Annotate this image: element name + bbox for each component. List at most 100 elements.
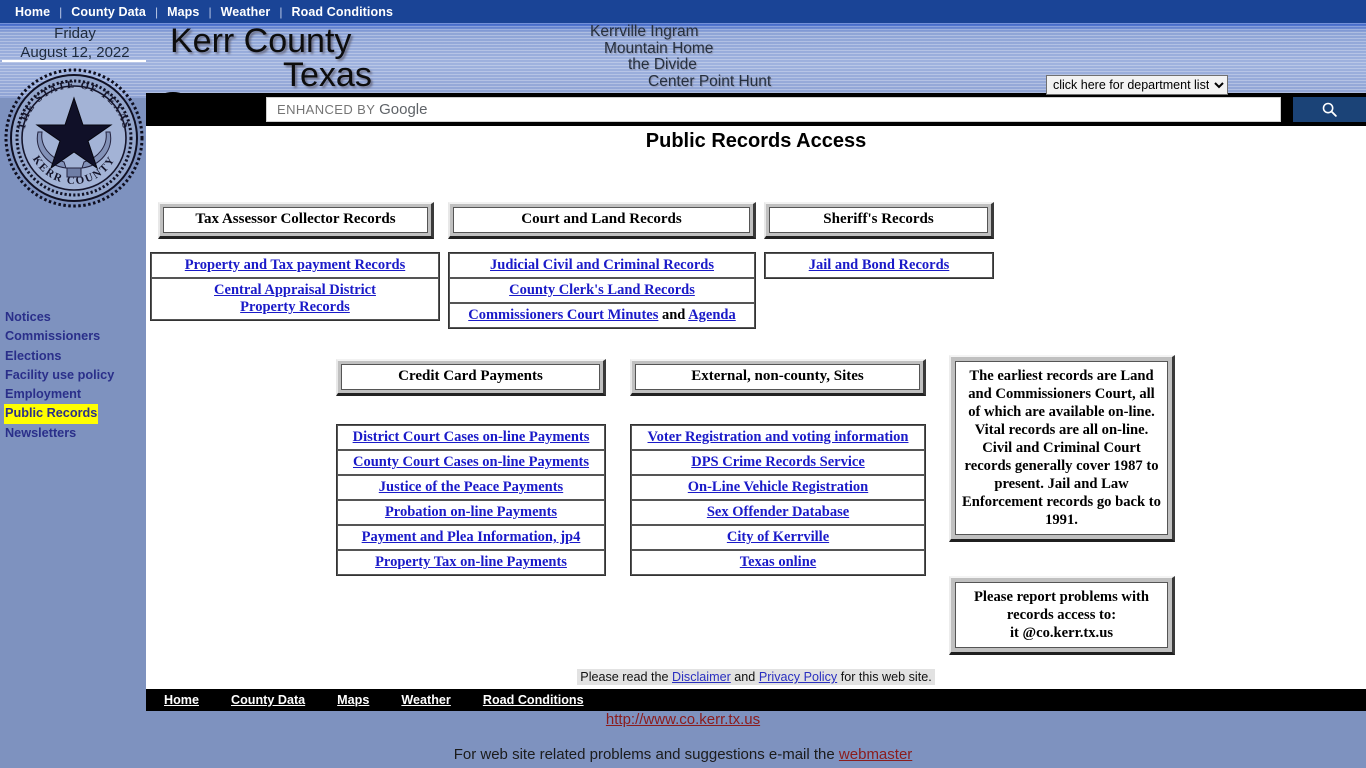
link-dps-crime-records-service[interactable]: DPS Crime Records Service bbox=[691, 454, 865, 470]
link-property-tax-payment-records[interactable]: Property and Tax payment Records bbox=[185, 257, 405, 273]
credit-card-payments-header-label: Credit Card Payments bbox=[341, 364, 600, 390]
report-line-1: Please report problems with bbox=[974, 589, 1149, 605]
city-list: Kerrville Ingram Mountain Home the Divid… bbox=[560, 23, 980, 90]
header-divider-rule bbox=[2, 60, 146, 62]
report-email-address: it @co.kerr.tx.us bbox=[1009, 625, 1114, 641]
report-problems-box: Please report problems with records acce… bbox=[949, 576, 1175, 655]
link-probation-payments[interactable]: Probation on-line Payments bbox=[385, 504, 557, 520]
kerr-county-seal: THE STATE OF TEXAS KERR COUNTY bbox=[4, 68, 144, 208]
sheriff-records-links: Jail and Bond Records bbox=[764, 252, 994, 279]
credit-card-payment-links: District Court Cases on-line Payments Co… bbox=[336, 424, 606, 576]
webmaster-text: For web site related problems and sugges… bbox=[453, 746, 835, 763]
search-placeholder: ENHANCED BY Google bbox=[277, 101, 428, 118]
page-title: Public Records Access bbox=[645, 130, 867, 152]
sidebar-item-employment[interactable]: Employment bbox=[4, 385, 146, 404]
court-records-links: Judicial Civil and Criminal Records Coun… bbox=[448, 252, 756, 329]
disclaimer-link[interactable]: Disclaimer bbox=[672, 670, 731, 684]
topnav-item-maps[interactable]: Maps bbox=[158, 5, 208, 19]
city-line-2: Mountain Home bbox=[604, 39, 714, 57]
court-records-header-label: Court and Land Records bbox=[453, 207, 750, 233]
external-sites-header-label: External, non-county, Sites bbox=[635, 364, 920, 390]
link-sex-offender-database[interactable]: Sex Offender Database bbox=[707, 504, 849, 520]
link-row[interactable]: Jail and Bond Records bbox=[765, 253, 993, 278]
disclaimer-conjunction: and bbox=[734, 670, 756, 684]
link-row[interactable]: City of Kerrville bbox=[631, 525, 925, 550]
topnav-item-county-data[interactable]: County Data bbox=[62, 5, 155, 19]
site-url-link[interactable]: http://www.co.kerr.tx.us bbox=[606, 711, 760, 728]
court-records-header-box: Court and Land Records bbox=[448, 202, 756, 239]
search-button[interactable] bbox=[1293, 97, 1366, 122]
link-row[interactable]: Justice of the Peace Payments bbox=[337, 475, 605, 500]
sidebar-item-elections[interactable]: Elections bbox=[4, 347, 146, 366]
link-agenda[interactable]: Agenda bbox=[688, 307, 736, 323]
site-title-line1: Kerr County bbox=[170, 22, 352, 60]
disclaimer-prefix: Please read the bbox=[580, 670, 669, 684]
records-info-text: The earliest records are Land and Commis… bbox=[955, 361, 1168, 535]
date-day: Friday bbox=[54, 25, 96, 42]
link-row[interactable]: Judicial Civil and Criminal Records bbox=[449, 253, 755, 278]
top-navigation-bar: Home | County Data | Maps | Weather | Ro… bbox=[0, 0, 1366, 23]
webmaster-line: For web site related problems and sugges… bbox=[0, 746, 1366, 763]
sidebar-item-public-records[interactable]: Public Records bbox=[4, 404, 99, 424]
link-row[interactable]: Payment and Plea Information, jp4 bbox=[337, 525, 605, 550]
link-row[interactable]: Texas online bbox=[631, 550, 925, 575]
city-line-3: the Divide bbox=[628, 56, 697, 73]
site-title: Kerr County Texas bbox=[168, 24, 548, 92]
report-problems-text: Please report problems with records acce… bbox=[955, 582, 1168, 648]
tax-records-header-label: Tax Assessor Collector Records bbox=[163, 207, 428, 233]
sidebar-item-commissioners[interactable]: Commissioners bbox=[4, 327, 146, 346]
link-online-vehicle-registration[interactable]: On-Line Vehicle Registration bbox=[688, 479, 868, 495]
link-row[interactable]: County Court Cases on-line Payments bbox=[337, 450, 605, 475]
city-line-4: Center Point Hunt bbox=[648, 72, 772, 90]
tax-records-header-box: Tax Assessor Collector Records bbox=[158, 202, 434, 239]
link-row[interactable]: Voter Registration and voting informatio… bbox=[631, 425, 925, 450]
topnav-item-home[interactable]: Home bbox=[6, 5, 59, 19]
link-payment-and-plea-information-jp4[interactable]: Payment and Plea Information, jp4 bbox=[362, 529, 581, 545]
link-row[interactable]: On-Line Vehicle Registration bbox=[631, 475, 925, 500]
sidebar-menu: Notices Commissioners Elections Facility… bbox=[4, 308, 146, 443]
search-input[interactable]: ENHANCED BY Google bbox=[266, 97, 1281, 122]
link-row[interactable]: Property and Tax payment Records bbox=[151, 253, 439, 278]
footernav-item-weather[interactable]: Weather bbox=[401, 693, 450, 707]
link-property-tax-payments[interactable]: Property Tax on-line Payments bbox=[375, 554, 567, 570]
link-central-appraisal-district[interactable]: Central Appraisal District Property Recor… bbox=[214, 282, 376, 315]
topnav-item-weather[interactable]: Weather bbox=[212, 5, 280, 19]
link-voter-registration[interactable]: Voter Registration and voting informatio… bbox=[648, 429, 909, 445]
department-list-dropdown[interactable]: click here for department list bbox=[1046, 75, 1228, 95]
footernav-item-home[interactable]: Home bbox=[164, 693, 199, 707]
site-footer: http://www.co.kerr.tx.us For web site re… bbox=[0, 711, 1366, 768]
footernav-item-county-data[interactable]: County Data bbox=[231, 693, 305, 707]
footernav-item-road-conditions[interactable]: Road Conditions bbox=[483, 693, 584, 707]
report-line-2: records access to: bbox=[1006, 607, 1117, 623]
link-row[interactable]: Commissioners Court Minutes and Agenda bbox=[449, 303, 755, 328]
sidebar-item-facility-use-policy[interactable]: Facility use policy bbox=[4, 366, 146, 385]
footernav-item-maps[interactable]: Maps bbox=[337, 693, 369, 707]
link-row[interactable]: DPS Crime Records Service bbox=[631, 450, 925, 475]
link-justice-of-the-peace-payments[interactable]: Justice of the Peace Payments bbox=[379, 479, 563, 495]
conjunction-and: and bbox=[661, 307, 686, 323]
privacy-policy-link[interactable]: Privacy Policy bbox=[759, 670, 837, 684]
link-row[interactable]: Sex Offender Database bbox=[631, 500, 925, 525]
link-district-court-cases-payments[interactable]: District Court Cases on-line Payments bbox=[353, 429, 590, 445]
topnav-item-road-conditions[interactable]: Road Conditions bbox=[283, 5, 403, 19]
link-texas-online[interactable]: Texas online bbox=[740, 554, 816, 570]
sidebar-item-newsletters[interactable]: Newsletters bbox=[4, 424, 146, 443]
link-row[interactable]: County Clerk's Land Records bbox=[449, 278, 755, 303]
link-row[interactable]: District Court Cases on-line Payments bbox=[337, 425, 605, 450]
webmaster-link[interactable]: webmaster bbox=[839, 746, 912, 763]
current-date: Friday August 12, 2022 bbox=[2, 24, 148, 62]
link-commissioners-court-minutes[interactable]: Commissioners Court Minutes bbox=[468, 307, 658, 323]
link-judicial-civil-criminal-records[interactable]: Judicial Civil and Criminal Records bbox=[490, 257, 714, 273]
link-county-clerks-land-records[interactable]: County Clerk's Land Records bbox=[509, 282, 695, 298]
credit-card-payments-header-box: Credit Card Payments bbox=[336, 359, 606, 396]
sidebar-item-notices[interactable]: Notices bbox=[4, 308, 146, 327]
link-county-court-cases-payments[interactable]: County Court Cases on-line Payments bbox=[353, 454, 589, 470]
link-row[interactable]: Probation on-line Payments bbox=[337, 500, 605, 525]
link-city-of-kerrville[interactable]: City of Kerrville bbox=[727, 529, 829, 545]
link-row[interactable]: Property Tax on-line Payments bbox=[337, 550, 605, 575]
link-jail-and-bond-records[interactable]: Jail and Bond Records bbox=[809, 257, 950, 273]
google-search-bar: ENHANCED BY Google bbox=[146, 93, 1366, 126]
tax-records-links: Property and Tax payment Records Central… bbox=[150, 252, 440, 321]
external-sites-header-box: External, non-county, Sites bbox=[630, 359, 926, 396]
link-row[interactable]: Central Appraisal District Property Recor… bbox=[151, 278, 439, 320]
